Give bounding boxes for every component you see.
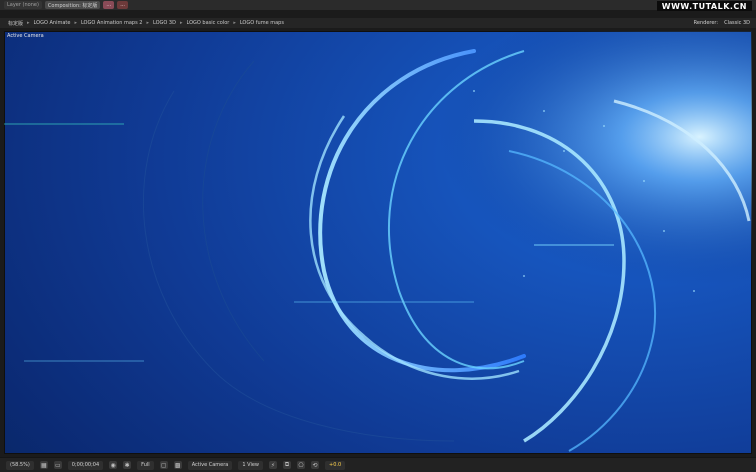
mask-toggle-icon[interactable]: ▭ [53, 461, 62, 469]
breadcrumb-separator-icon: ▸ [74, 20, 77, 26]
renderer-value[interactable]: Classic 3D [724, 20, 750, 26]
color-channel-icon[interactable]: ✱ [123, 461, 132, 469]
exposure-control[interactable]: +0.0 [325, 460, 346, 470]
renderer-label: Renderer: [693, 20, 719, 26]
region-of-interest-icon[interactable]: ▢ [159, 461, 168, 469]
views-value: 1 View [242, 462, 260, 468]
breadcrumb-item-2[interactable]: LOGO Animate [34, 20, 71, 26]
tab-strip: Layer (none) Composition: 标定版 ... ... [4, 1, 128, 9]
camera-dropdown[interactable]: Active Camera [187, 460, 233, 470]
watermark: WWW.TUTALK.CN [656, 1, 752, 11]
resolution-value: Full [141, 462, 150, 468]
renderer-control[interactable]: Renderer: Classic 3D [694, 18, 750, 28]
viewer-controls: (58.5%) ▦ ▭ 0;00;00;04 ◉ ✱ Full ▢ ▩ Acti… [0, 457, 756, 472]
breadcrumb-item-5[interactable]: LOGO basic color [186, 20, 229, 26]
breadcrumb-item-1[interactable]: 标定版 [8, 20, 23, 27]
tab-layer[interactable]: Layer (none) [4, 1, 42, 9]
breadcrumb-item-4[interactable]: LOGO 3D [153, 20, 176, 26]
swirl-graphic [4, 31, 752, 454]
transparency-grid-icon[interactable]: ▩ [173, 461, 182, 469]
timeline-icon[interactable]: ⧉ [283, 461, 292, 469]
flowchart-icon[interactable]: ⎔ [297, 461, 306, 469]
breadcrumb-separator-icon: ▸ [179, 20, 183, 26]
tab-layer-label: Layer (none) [7, 2, 39, 8]
breadcrumb-separator-icon: ▸ [233, 20, 236, 26]
timecode-value: 0;00;00;04 [71, 462, 100, 468]
tab-extra-2-label: ... [120, 2, 125, 8]
camera-value: Active Camera [191, 462, 229, 468]
breadcrumb-item-3[interactable]: LOGO Animation maps 2 [81, 20, 143, 26]
exposure-value: +0.0 [329, 462, 342, 468]
breadcrumb-item-6[interactable]: LOGO fume maps [240, 20, 284, 26]
tab-extra-2[interactable]: ... [117, 1, 128, 9]
views-dropdown[interactable]: 1 View [238, 460, 264, 470]
tab-composition-label: Composition: 标定版 [47, 2, 98, 9]
breadcrumb: 标定版 ▸ LOGO Animate ▸ LOGO Animation maps… [8, 20, 284, 27]
tab-extra-1-label: ... [106, 2, 112, 8]
grid-toggle-icon[interactable]: ▦ [39, 461, 48, 469]
timecode-display[interactable]: 0;00;00;04 [67, 460, 104, 470]
tab-extra-1[interactable]: ... [103, 1, 115, 9]
active-camera-label: Active Camera [7, 33, 44, 39]
tab-composition[interactable]: Composition: 标定版 [44, 1, 101, 9]
camera-snapshot-icon[interactable]: ◉ [109, 461, 118, 469]
breadcrumb-bar: 标定版 ▸ LOGO Animate ▸ LOGO Animation maps… [0, 18, 756, 28]
fast-preview-icon[interactable]: ⚡ [269, 461, 278, 469]
top-tab-bar: Layer (none) Composition: 标定版 ... ... [0, 0, 756, 10]
reset-exposure-icon[interactable]: ⟲ [311, 461, 320, 469]
breadcrumb-separator-icon: ▸ [146, 20, 149, 26]
zoom-value: (58.5%) [10, 462, 30, 468]
breadcrumb-separator-icon: ▸ [27, 20, 30, 26]
resolution-dropdown[interactable]: Full [137, 460, 154, 470]
zoom-dropdown[interactable]: (58.5%) [6, 460, 34, 470]
